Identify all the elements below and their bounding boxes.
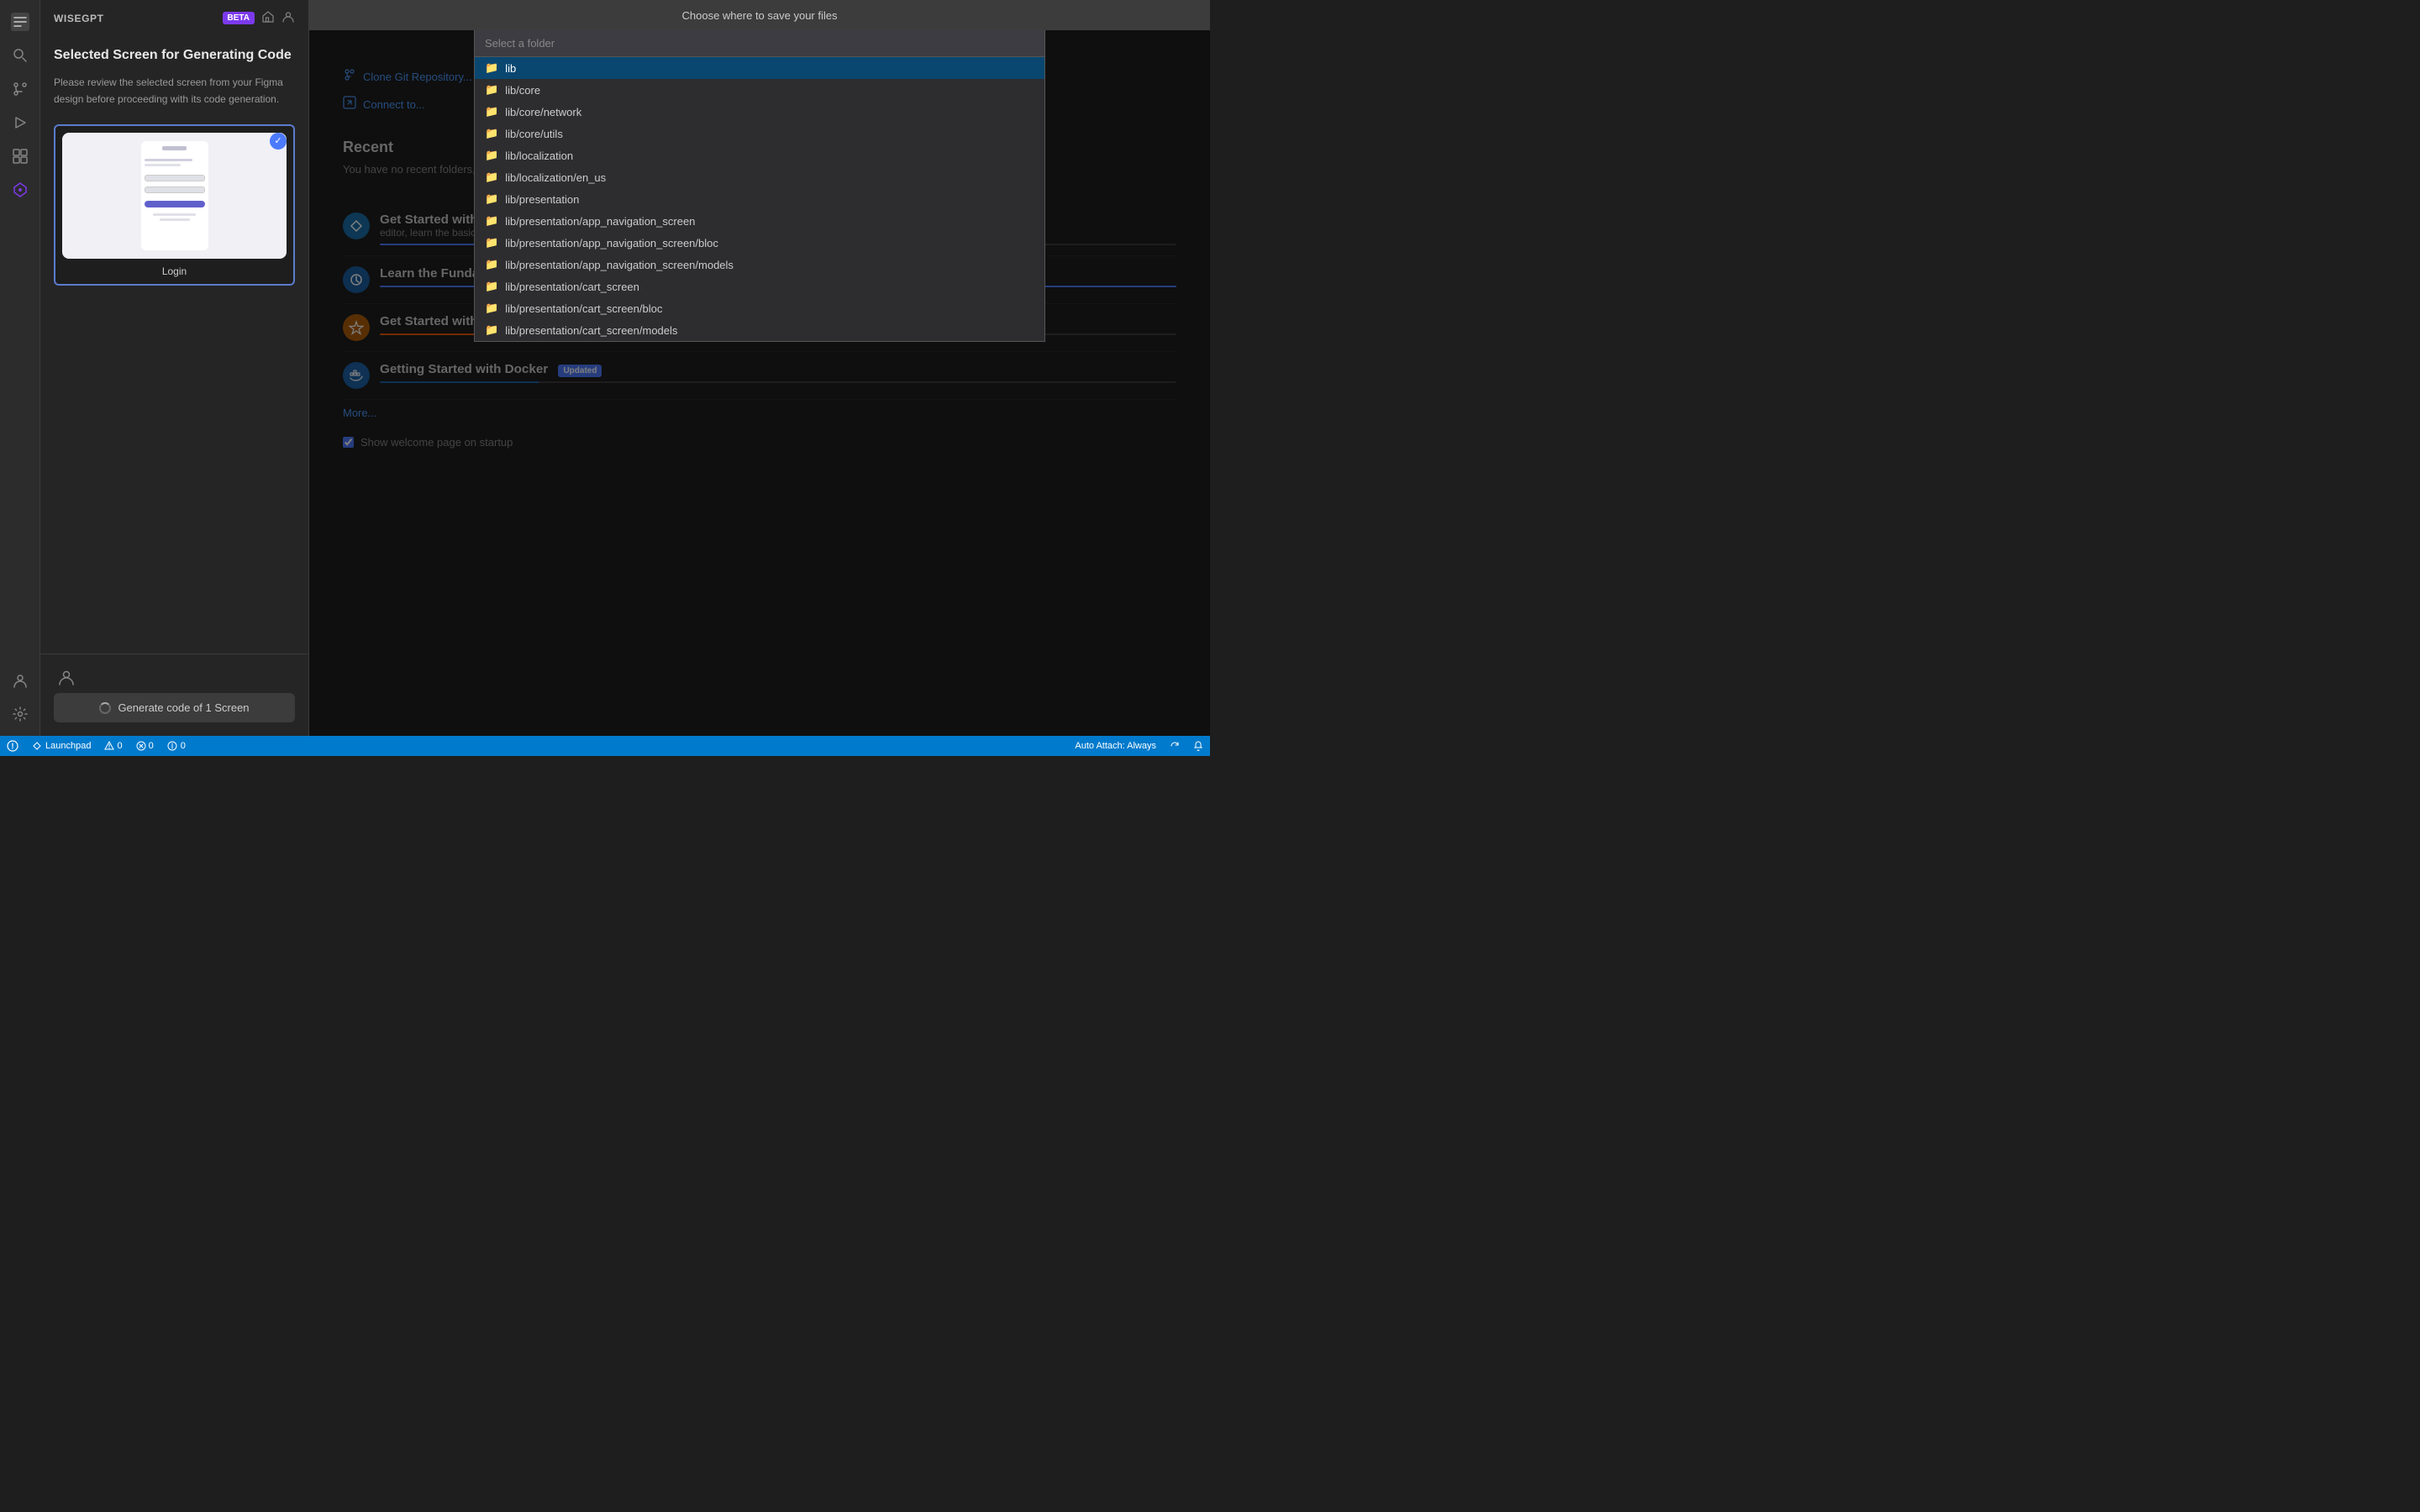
activity-bar-git[interactable] bbox=[5, 74, 35, 104]
sidebar: WISEGPT BETA bbox=[40, 0, 309, 736]
activity-bar-search[interactable] bbox=[5, 40, 35, 71]
folder-name-lib: lib bbox=[505, 62, 516, 75]
status-auto-attach[interactable]: Auto Attach: Always bbox=[1075, 741, 1156, 751]
folder-item-lib-core-utils[interactable]: 📁 lib/core/utils bbox=[475, 123, 1044, 144]
activity-bar-extensions[interactable] bbox=[5, 141, 35, 171]
folder-item-lib-presentation-cart-models[interactable]: 📁 lib/presentation/cart_screen/models bbox=[475, 319, 1044, 341]
folder-name-lib-presentation-cart-models: lib/presentation/cart_screen/models bbox=[505, 324, 677, 337]
folder-item-lib-presentation[interactable]: 📁 lib/presentation bbox=[475, 188, 1044, 210]
sidebar-icons bbox=[261, 10, 295, 26]
status-bar: Launchpad 0 0 0 Auto Attach: Always bbox=[0, 736, 1210, 756]
home-icon[interactable] bbox=[261, 10, 275, 26]
folder-icon-lib-core-utils: 📁 bbox=[485, 127, 498, 140]
screen-card-checkmark: ✓ bbox=[270, 133, 287, 150]
folder-item-lib-core-network[interactable]: 📁 lib/core/network bbox=[475, 101, 1044, 123]
folder-name-lib-localization: lib/localization bbox=[505, 150, 573, 162]
folder-list: 📁 lib 📁 lib/core 📁 lib/core/network bbox=[475, 57, 1044, 341]
section-desc: Please review the selected screen from y… bbox=[54, 75, 295, 107]
status-bell-icon[interactable] bbox=[1193, 741, 1203, 751]
activity-bar bbox=[0, 0, 40, 736]
user-bottom-icon[interactable] bbox=[54, 668, 295, 686]
folder-icon-lib-presentation-cart-models: 📁 bbox=[485, 323, 498, 337]
folder-icon-lib-presentation-app-nav: 📁 bbox=[485, 214, 498, 228]
folder-item-lib-presentation-cart[interactable]: 📁 lib/presentation/cart_screen bbox=[475, 276, 1044, 297]
folder-name-lib-presentation-app-nav: lib/presentation/app_navigation_screen bbox=[505, 215, 695, 228]
folder-item-lib-localization[interactable]: 📁 lib/localization bbox=[475, 144, 1044, 166]
folder-name-lib-core-network: lib/core/network bbox=[505, 106, 581, 118]
status-info[interactable]: 0 bbox=[167, 741, 186, 751]
folder-name-lib-presentation: lib/presentation bbox=[505, 193, 579, 206]
beta-badge: BETA bbox=[223, 12, 255, 24]
folder-name-lib-core-utils: lib/core/utils bbox=[505, 128, 563, 140]
folder-name-lib-presentation-cart: lib/presentation/cart_screen bbox=[505, 281, 639, 293]
warnings-count: 0 bbox=[117, 741, 122, 751]
app-container: WISEGPT BETA bbox=[0, 0, 1210, 756]
folder-icon-lib-core: 📁 bbox=[485, 83, 498, 97]
folder-item-lib-core[interactable]: 📁 lib/core bbox=[475, 79, 1044, 101]
activity-bar-wisegpt2[interactable] bbox=[5, 175, 35, 205]
screen-label: Login bbox=[62, 265, 287, 277]
auto-attach-label: Auto Attach: Always bbox=[1075, 741, 1156, 751]
launchpad-label: Launchpad bbox=[45, 741, 91, 751]
main-area: WISEGPT BETA bbox=[0, 0, 1210, 736]
screen-card-login[interactable]: ✓ bbox=[54, 124, 295, 286]
modal-overlay: Choose where to save your files 📁 lib 📁 … bbox=[309, 0, 1210, 736]
generate-spinner bbox=[99, 702, 111, 714]
sidebar-content: Selected Screen for Generating Code Plea… bbox=[40, 33, 308, 654]
folder-item-lib-presentation-app-nav[interactable]: 📁 lib/presentation/app_navigation_screen bbox=[475, 210, 1044, 232]
folder-icon-lib-presentation-cart: 📁 bbox=[485, 280, 498, 293]
folder-item-lib-localization-en-us[interactable]: 📁 lib/localization/en_us bbox=[475, 166, 1044, 188]
folder-icon-lib-localization-en-us: 📁 bbox=[485, 171, 498, 184]
folder-name-lib-localization-en-us: lib/localization/en_us bbox=[505, 171, 606, 184]
activity-bar-settings[interactable] bbox=[5, 699, 35, 729]
folder-picker: 📁 lib 📁 lib/core 📁 lib/core/network bbox=[474, 30, 1045, 342]
folder-icon-lib-presentation: 📁 bbox=[485, 192, 498, 206]
info-count: 0 bbox=[181, 741, 186, 751]
errors-count: 0 bbox=[149, 741, 154, 751]
folder-icon-lib-presentation-cart-bloc: 📁 bbox=[485, 302, 498, 315]
folder-item-lib-presentation-cart-bloc[interactable]: 📁 lib/presentation/cart_screen/bloc bbox=[475, 297, 1044, 319]
folder-name-lib-presentation-app-nav-bloc: lib/presentation/app_navigation_screen/b… bbox=[505, 237, 718, 249]
folder-name-lib-core: lib/core bbox=[505, 84, 540, 97]
folder-icon-lib-localization: 📁 bbox=[485, 149, 498, 162]
status-error-icon[interactable] bbox=[7, 740, 18, 752]
user-icon[interactable] bbox=[281, 10, 295, 26]
folder-name-lib-presentation-app-nav-models: lib/presentation/app_navigation_screen/m… bbox=[505, 259, 734, 271]
folder-icon-lib-presentation-app-nav-bloc: 📁 bbox=[485, 236, 498, 249]
folder-item-lib-presentation-app-nav-bloc[interactable]: 📁 lib/presentation/app_navigation_screen… bbox=[475, 232, 1044, 254]
screen-mockup bbox=[62, 133, 287, 259]
status-launchpad[interactable]: Launchpad bbox=[32, 741, 91, 751]
folder-search-input[interactable] bbox=[475, 30, 1044, 57]
mockup-inner bbox=[141, 141, 208, 250]
generate-btn-label: Generate code of 1 Screen bbox=[118, 701, 249, 714]
section-title: Selected Screen for Generating Code bbox=[54, 46, 295, 65]
activity-bar-wisegpt[interactable] bbox=[5, 7, 35, 37]
modal-header: Choose where to save your files bbox=[309, 0, 1210, 30]
editor-area: Clone Git Repository... Connect to... bbox=[309, 0, 1210, 736]
folder-name-lib-presentation-cart-bloc: lib/presentation/cart_screen/bloc bbox=[505, 302, 662, 315]
folder-icon-lib: 📁 bbox=[485, 61, 498, 75]
status-errors[interactable]: 0 bbox=[136, 741, 154, 751]
sidebar-title: WISEGPT bbox=[54, 13, 104, 24]
modal-header-text: Choose where to save your files bbox=[682, 9, 838, 22]
folder-icon-lib-core-network: 📁 bbox=[485, 105, 498, 118]
sidebar-footer: Generate code of 1 Screen bbox=[40, 654, 308, 736]
activity-bar-run[interactable] bbox=[5, 108, 35, 138]
activity-bar-account[interactable] bbox=[5, 665, 35, 696]
folder-item-lib-presentation-app-nav-models[interactable]: 📁 lib/presentation/app_navigation_screen… bbox=[475, 254, 1044, 276]
status-warnings[interactable]: 0 bbox=[104, 741, 122, 751]
folder-icon-lib-presentation-app-nav-models: 📁 bbox=[485, 258, 498, 271]
sidebar-header: WISEGPT BETA bbox=[40, 0, 308, 33]
generate-btn[interactable]: Generate code of 1 Screen bbox=[54, 693, 295, 722]
folder-item-lib[interactable]: 📁 lib bbox=[475, 57, 1044, 79]
status-refresh-icon[interactable] bbox=[1170, 741, 1180, 751]
